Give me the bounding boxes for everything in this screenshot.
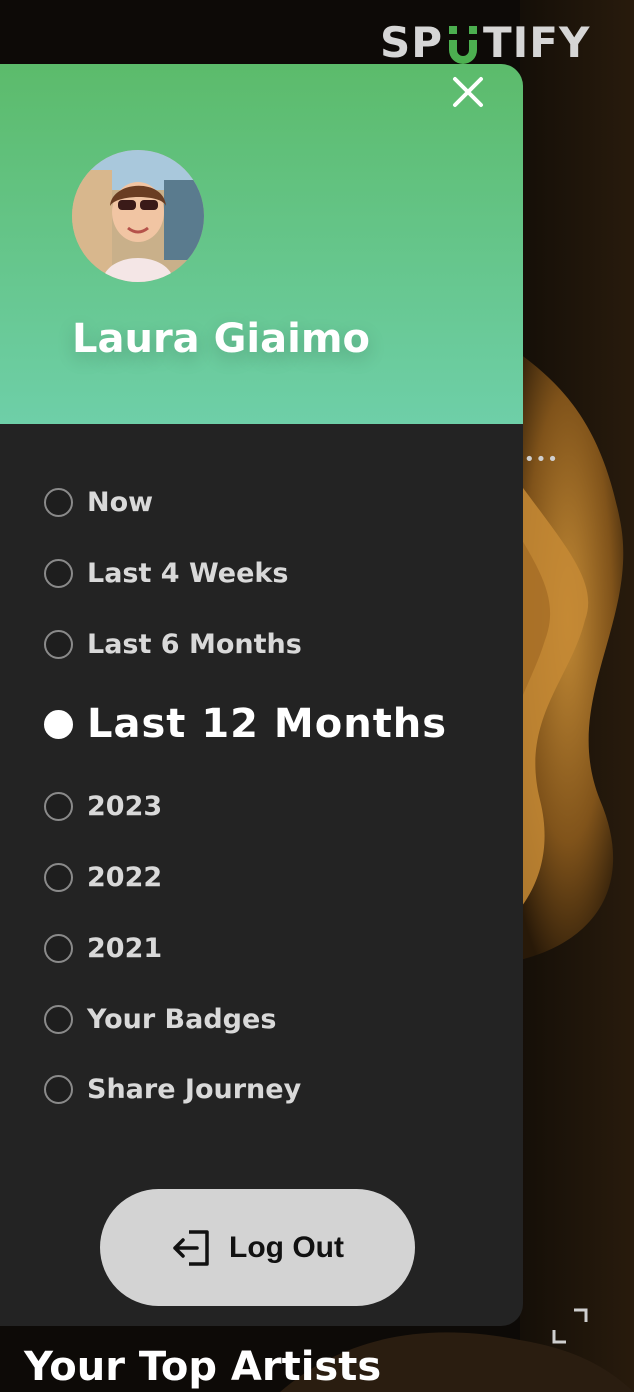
section-title: Your Top Artists xyxy=(24,1344,382,1390)
menu-item-your-badges[interactable]: Your Badges xyxy=(44,1004,276,1035)
menu-item-share-journey[interactable]: Share Journey xyxy=(44,1074,301,1105)
menu-item-label: Now xyxy=(87,487,154,518)
radio-icon xyxy=(44,559,73,588)
profile-side-panel: Laura Giaimo Now Last 4 Weeks Last 6 Mon… xyxy=(0,64,523,1326)
radio-icon xyxy=(44,863,73,892)
menu-item-label: Last 4 Weeks xyxy=(87,558,289,589)
menu-item-label: Your Badges xyxy=(87,1004,277,1035)
logout-label: Log Out xyxy=(229,1230,344,1264)
menu-item-label: 2021 xyxy=(87,933,163,964)
menu-item-label: Last 12 Months xyxy=(87,701,448,747)
radio-icon xyxy=(44,934,73,963)
menu-item-2021[interactable]: 2021 xyxy=(44,933,162,964)
panel-header: Laura Giaimo xyxy=(0,64,523,424)
logout-button[interactable]: Log Out xyxy=(100,1189,415,1306)
brand-logo: SP TIFY xyxy=(380,17,591,67)
menu-item-last-12-months[interactable]: Last 12 Months xyxy=(44,701,447,747)
user-name: Laura Giaimo xyxy=(72,316,371,362)
menu-item-label: 2022 xyxy=(87,862,163,893)
radio-icon xyxy=(44,1075,73,1104)
close-icon xyxy=(453,77,483,107)
close-button[interactable] xyxy=(448,72,488,112)
more-dots-icon[interactable]: ••• xyxy=(524,451,559,469)
menu-item-last-6-months[interactable]: Last 6 Months xyxy=(44,629,302,660)
menu-item-2022[interactable]: 2022 xyxy=(44,862,162,893)
radio-icon xyxy=(44,630,73,659)
radio-selected-icon xyxy=(44,709,73,739)
menu-item-label: Last 6 Months xyxy=(87,629,302,660)
menu-item-2023[interactable]: 2023 xyxy=(44,791,162,822)
menu-item-label: Share Journey xyxy=(87,1074,302,1105)
menu-item-label: 2023 xyxy=(87,791,163,822)
logo-u-mark xyxy=(445,24,481,64)
menu-item-last-4-weeks[interactable]: Last 4 Weeks xyxy=(44,558,288,589)
radio-icon xyxy=(44,1005,73,1034)
logout-icon xyxy=(173,1229,209,1266)
radio-icon xyxy=(44,792,73,821)
avatar xyxy=(72,150,204,282)
menu-item-now[interactable]: Now xyxy=(44,487,153,518)
expand-icon[interactable] xyxy=(552,1308,588,1344)
radio-icon xyxy=(44,488,73,517)
